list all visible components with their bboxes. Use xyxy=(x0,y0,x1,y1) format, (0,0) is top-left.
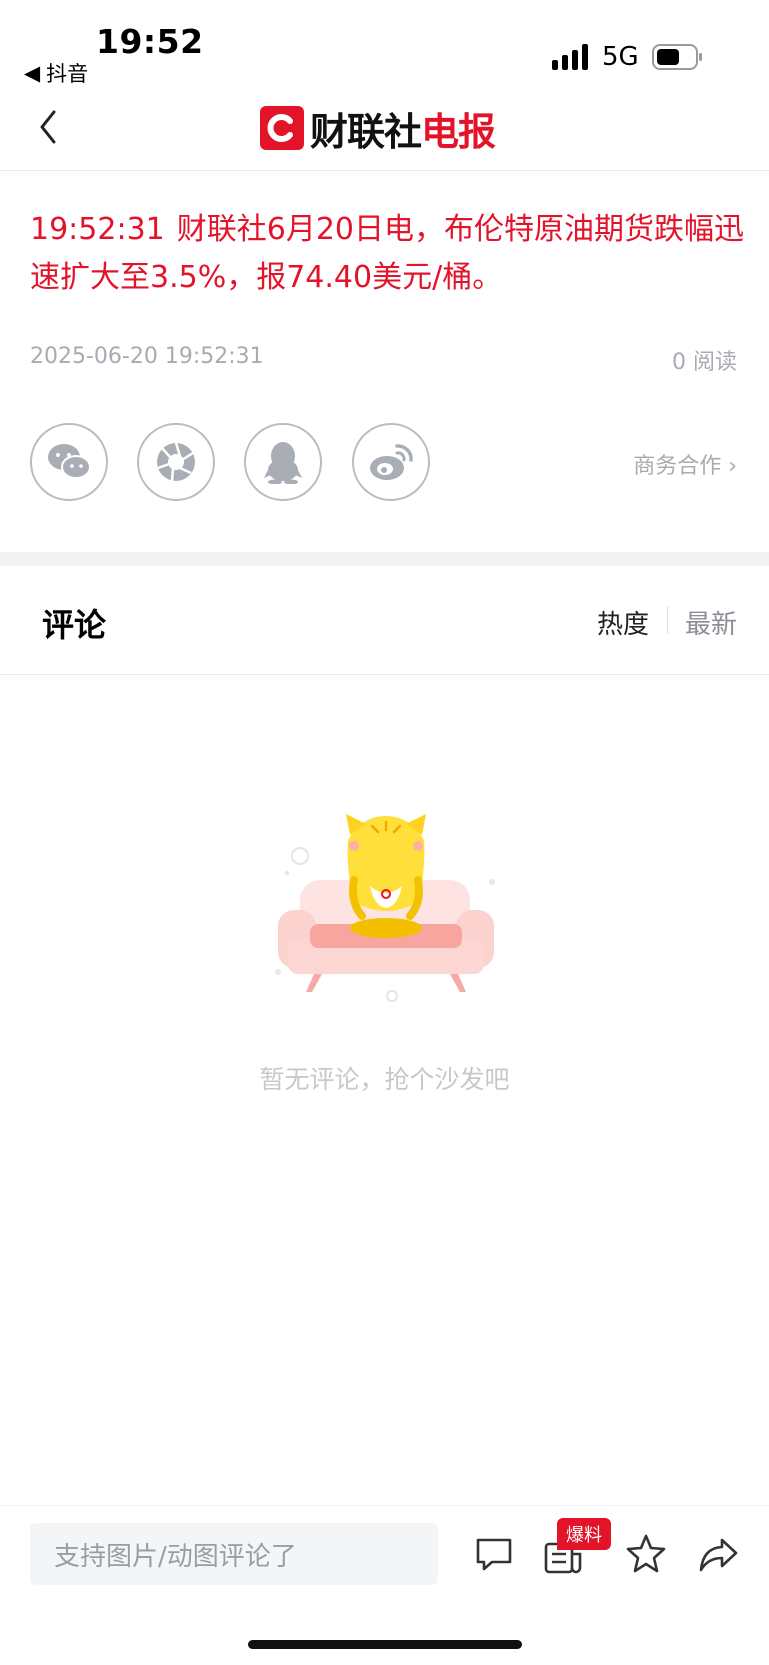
article-date: 2025-06-20 19:52:31 xyxy=(30,344,264,369)
sort-hot-tab[interactable]: 热度 xyxy=(597,604,649,641)
signal-icon xyxy=(552,44,588,70)
comment-icon[interactable] xyxy=(472,1532,516,1576)
sort-latest-tab[interactable]: 最新 xyxy=(685,604,737,641)
moments-icon xyxy=(157,442,195,482)
back-app-label: 抖音 xyxy=(46,62,89,86)
article-time: 19:52:31 xyxy=(30,212,165,247)
logo-badge xyxy=(260,106,304,150)
qq-icon xyxy=(264,442,302,484)
comment-input[interactable]: 支持图片/动图评论了 xyxy=(30,1523,438,1585)
bottom-bar-divider xyxy=(0,1505,769,1506)
empty-comments-illustration xyxy=(275,814,495,1002)
business-cooperation-link[interactable]: 商务合作 › xyxy=(633,448,737,480)
brand-name: 财联社电报 xyxy=(310,101,496,156)
network-type: 5G xyxy=(602,42,639,72)
share-weibo-button[interactable] xyxy=(352,423,430,501)
read-count: 0 阅读 xyxy=(672,350,737,375)
battery-icon xyxy=(652,44,702,70)
brand-logo: 财联社电报 xyxy=(260,104,496,154)
share-qq-button[interactable] xyxy=(244,423,322,501)
comment-input-placeholder: 支持图片/动图评论了 xyxy=(54,1541,297,1572)
share-moments-button[interactable] xyxy=(137,423,215,501)
telegraph-article: 19:52:31 财联社6月20日电，布伦特原油期货跌幅迅速扩大至3.5%，报74… xyxy=(30,206,745,302)
back-triangle-icon: ◀ xyxy=(24,61,41,85)
star-icon[interactable] xyxy=(624,1532,668,1576)
comments-title: 评论 xyxy=(42,606,107,644)
weibo-icon xyxy=(370,444,413,480)
nav-divider xyxy=(0,170,769,171)
status-time: 19:52 xyxy=(96,22,204,61)
brand-name-black: 财联社 xyxy=(310,109,422,154)
section-separator xyxy=(0,552,769,566)
back-to-app[interactable]: ◀ 抖音 xyxy=(24,58,88,88)
comments-divider xyxy=(0,674,769,675)
share-wechat-button[interactable] xyxy=(30,423,108,501)
back-arrow-icon[interactable] xyxy=(30,104,70,150)
empty-comments-text: 暂无评论，抢个沙发吧 xyxy=(259,1065,510,1094)
logo-c-icon xyxy=(267,114,293,142)
sort-separator xyxy=(667,606,668,634)
home-indicator[interactable] xyxy=(248,1640,522,1649)
brand-name-red: 电报 xyxy=(421,109,496,154)
share-icon[interactable] xyxy=(696,1532,740,1576)
tip-badge[interactable]: 爆料 xyxy=(557,1518,611,1550)
wechat-icon xyxy=(48,444,91,479)
